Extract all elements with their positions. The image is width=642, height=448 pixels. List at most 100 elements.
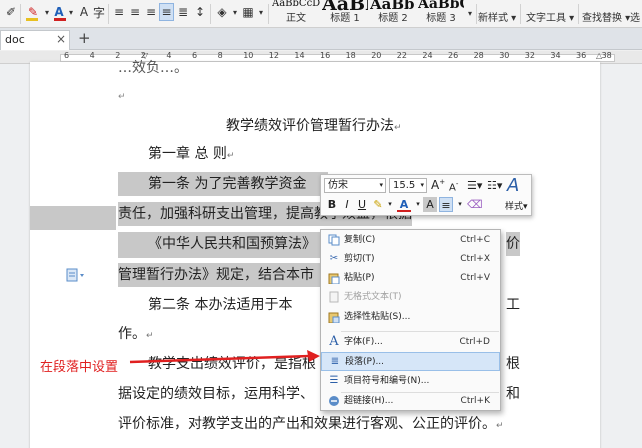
ribbon-toolbar: ✐ ✎ ▾ A ▾ A 字 ≡ ≡ ≡ ≡ ≣ ↕ ◈ ▾ ▦ ▾ AaBbCc… bbox=[0, 0, 642, 28]
paste-special-icon bbox=[328, 311, 340, 324]
highlight-color-button[interactable]: ✎ bbox=[24, 3, 42, 21]
ruler-number: 16 bbox=[320, 51, 331, 60]
document-page[interactable]: …效负…。 ↵ 教学绩效评价管理暂行办法↵ 第一章 总 则↵ 第一条 为了完善教… bbox=[30, 60, 600, 448]
styles-more-icon[interactable]: ▾ bbox=[466, 4, 474, 22]
ruler-number: 12 bbox=[268, 51, 279, 60]
font-color-button[interactable]: A bbox=[397, 197, 411, 212]
right-indent-marker[interactable]: △ bbox=[596, 51, 602, 60]
selection-highlight bbox=[30, 206, 116, 230]
numbering-icon[interactable]: ☷▾ bbox=[487, 179, 502, 192]
styles-icon[interactable]: A bbox=[507, 175, 519, 196]
document-title: 教学绩效评价管理暂行办法↵ bbox=[226, 118, 402, 134]
bullets-icon[interactable]: ☰▾ bbox=[467, 179, 482, 192]
shrink-font-button[interactable]: A- bbox=[449, 180, 458, 193]
paragraph-3-line-1-end: 根 bbox=[506, 356, 520, 372]
ruler-number: 4 bbox=[89, 51, 95, 60]
article-2-line-2: 作。↵ bbox=[118, 326, 154, 342]
find-replace-button[interactable]: 查找替换 ▾ bbox=[582, 9, 630, 24]
article-1-line-4: 管理暂行办法》规定，结合本市 bbox=[118, 263, 328, 287]
chevron-down-icon[interactable]: ▾ bbox=[231, 3, 239, 21]
ruler-number: 30 bbox=[499, 51, 510, 60]
line-spacing-icon[interactable]: ↕ bbox=[193, 3, 207, 21]
ruler-number: 8 bbox=[217, 51, 223, 60]
menu-item-paragraph[interactable]: ≣ 段落(P)... bbox=[321, 352, 500, 371]
menu-separator bbox=[341, 331, 499, 332]
justify-icon[interactable]: ≡ bbox=[439, 197, 453, 212]
menu-item-copy[interactable]: 复制(C) Ctrl+C bbox=[321, 231, 500, 250]
shading-icon[interactable]: ◈ bbox=[214, 3, 230, 21]
underline-button[interactable]: U bbox=[355, 197, 369, 212]
document-tab-bar: doc × + bbox=[0, 28, 642, 50]
plain-text-icon bbox=[328, 291, 340, 303]
hyperlink-icon bbox=[328, 395, 340, 407]
grow-font-button[interactable]: A+ bbox=[431, 178, 445, 192]
paste-icon bbox=[328, 272, 340, 285]
ruler-number: 6 bbox=[192, 51, 198, 60]
border-icon[interactable]: ▦ bbox=[240, 3, 256, 21]
ruler-number: 36 bbox=[576, 51, 587, 60]
ruler-number: 24 bbox=[422, 51, 433, 60]
menu-item-paste-special[interactable]: 选择性粘贴(S)... bbox=[321, 308, 500, 327]
justify-icon[interactable]: ≡ bbox=[159, 3, 174, 21]
menu-item-font[interactable]: A 字体(F)... Ctrl+D bbox=[321, 333, 500, 352]
ruler-number: 20 bbox=[371, 51, 382, 60]
clear-format-icon[interactable]: ✐ bbox=[4, 3, 18, 21]
phonetic-guide-icon[interactable]: 字 bbox=[93, 3, 105, 21]
ruler-number: 6 bbox=[64, 51, 70, 60]
ruler-number: 38 bbox=[601, 51, 612, 60]
font-size-select[interactable]: 15.5 ▾ bbox=[389, 178, 427, 193]
paste-options-icon[interactable] bbox=[66, 268, 88, 282]
chevron-down-icon[interactable]: ▾ bbox=[257, 3, 265, 21]
text-tools-button[interactable]: 文字工具 ▾ bbox=[526, 9, 574, 24]
ruler-number: 10 bbox=[243, 51, 254, 60]
paragraph-3-line-3: 评价标准，对教学支出的产出和效果进行客观、公正的评价。↵ bbox=[118, 416, 504, 432]
format-painter-icon[interactable]: ⌫ bbox=[467, 197, 483, 212]
bold-button[interactable]: B bbox=[325, 197, 339, 212]
ruler-number: 14 bbox=[294, 51, 305, 60]
annotation-arrow bbox=[129, 350, 320, 364]
ruler-number: 18 bbox=[345, 51, 356, 60]
font-color-button[interactable]: A bbox=[52, 3, 66, 21]
article-2-line-1: 第二条 本办法适用于本 bbox=[148, 297, 293, 313]
cut-icon: ✂ bbox=[329, 253, 339, 264]
styles-button[interactable]: 样式▾ bbox=[505, 199, 528, 212]
menu-item-bullets-numbering[interactable]: ☰ 项目符号和编号(N)... bbox=[321, 372, 500, 391]
ruler-number: 28 bbox=[473, 51, 484, 60]
article-1-line-1: 第一条 为了完善教学资金 bbox=[118, 172, 328, 196]
chevron-down-icon[interactable]: ▾ bbox=[453, 197, 467, 212]
floating-format-toolbar: 仿宋 ▾ 15.5 ▾ A+ A- ☰▾ ☷▾ A 样式▾ B I U ✎ ▾ A … bbox=[320, 174, 532, 216]
ruler-number: 22 bbox=[396, 51, 407, 60]
select-button[interactable]: 选择 bbox=[630, 9, 642, 27]
new-tab-button[interactable]: + bbox=[78, 30, 92, 48]
distributed-align-icon[interactable]: ≣ bbox=[176, 3, 190, 21]
chevron-down-icon[interactable]: ▾ bbox=[383, 197, 397, 212]
paragraph-3-line-2-end: 和 bbox=[506, 386, 520, 402]
close-icon[interactable]: × bbox=[56, 30, 68, 48]
ruler-number: 34 bbox=[550, 51, 561, 60]
article-2-line-1-end: 工 bbox=[506, 297, 520, 313]
align-left-icon[interactable]: ≡ bbox=[112, 3, 126, 21]
align-right-icon[interactable]: ≡ bbox=[144, 3, 158, 21]
font-icon: A bbox=[329, 334, 339, 349]
font-name-select[interactable]: 仿宋 ▾ bbox=[324, 178, 386, 193]
align-center-icon[interactable]: ≡ bbox=[128, 3, 142, 21]
character-shading-icon[interactable]: A bbox=[77, 3, 91, 21]
chevron-down-icon[interactable]: ▾ bbox=[43, 3, 51, 21]
article-1-line-3-end: 价 bbox=[506, 232, 520, 256]
paragraph-icon: ≣ bbox=[330, 356, 340, 367]
paragraph-3-line-2: 据设定的绩效目标，运用科学、 bbox=[118, 386, 314, 402]
chevron-down-icon[interactable]: ▾ bbox=[67, 3, 75, 21]
italic-button[interactable]: I bbox=[340, 197, 354, 212]
char-shading-button[interactable]: A bbox=[423, 197, 437, 212]
partial-line: …效负…。 bbox=[118, 60, 188, 76]
ruler-number: 26 bbox=[448, 51, 459, 60]
paragraph-mark: ↵ bbox=[118, 92, 126, 102]
menu-item-hyperlink[interactable]: 超链接(H)... Ctrl+K bbox=[321, 392, 500, 411]
menu-item-paste[interactable]: 粘贴(P) Ctrl+V bbox=[321, 269, 500, 288]
bullets-icon: ☰ bbox=[329, 375, 339, 386]
copy-icon bbox=[328, 234, 340, 246]
context-menu: 复制(C) Ctrl+C ✂ 剪切(T) Ctrl+X 粘贴(P) Ctrl+V… bbox=[320, 229, 501, 411]
new-style-button[interactable]: 新样式 ▾ bbox=[478, 9, 516, 24]
menu-item-cut[interactable]: ✂ 剪切(T) Ctrl+X bbox=[321, 250, 500, 269]
menu-item-plain-text: 无格式文本(T) bbox=[321, 288, 500, 307]
